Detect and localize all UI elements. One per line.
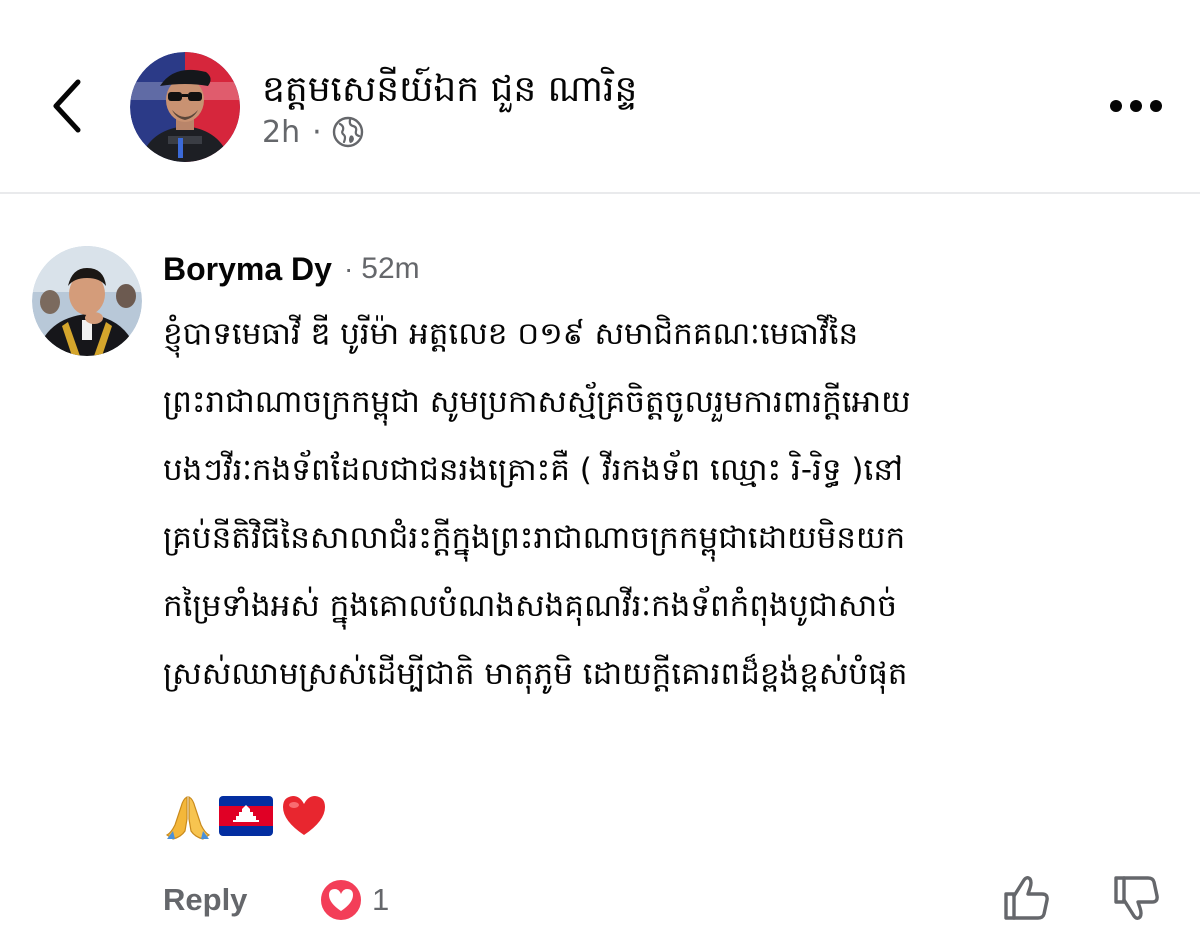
dislike-button[interactable] (1110, 872, 1162, 924)
commenter-avatar[interactable] (32, 246, 142, 356)
comment-emojis (163, 788, 329, 844)
more-horizontal-icon (1110, 100, 1162, 112)
folded-hands-emoji (165, 796, 211, 840)
chevron-left-icon (53, 79, 81, 133)
thumbs-down-icon (1114, 876, 1159, 920)
back-button[interactable] (38, 74, 94, 138)
love-reaction-icon (319, 878, 363, 922)
more-options-button[interactable] (1100, 84, 1172, 128)
post-author-name[interactable]: ឧត្តមសេនីយ៍ឯក ជួន ណារិន្ទ (262, 66, 637, 114)
reaction-summary[interactable]: 1 (318, 876, 389, 924)
reaction-count: 1 (372, 882, 390, 917)
comment-time[interactable]: 52m (361, 252, 419, 286)
comment-header: Boryma Dy · 52m (163, 246, 420, 292)
post-header: ឧត្តមសេនីយ៍ឯក ជួន ណារិន្ទ 2h · (0, 0, 1200, 194)
post-meta: 2h · (262, 112, 364, 152)
red-heart-emoji (283, 796, 325, 835)
cambodia-flag-emoji (219, 796, 273, 836)
post-author-avatar[interactable] (130, 52, 240, 162)
comment-meta-separator: · (343, 253, 354, 284)
commenter-name[interactable]: Boryma Dy (163, 251, 332, 288)
like-button[interactable] (1000, 872, 1052, 924)
reply-button[interactable]: Reply (163, 878, 247, 922)
thumbs-up-icon (1004, 876, 1049, 920)
comment-text: ខ្ញុំបាទមេធាវី ឌី បូរីម៉ា អត្តលេខ ០១៩ សម… (163, 316, 911, 692)
post-time[interactable]: 2h (262, 115, 300, 150)
meta-separator: · (312, 114, 322, 150)
globe-icon (332, 116, 363, 148)
